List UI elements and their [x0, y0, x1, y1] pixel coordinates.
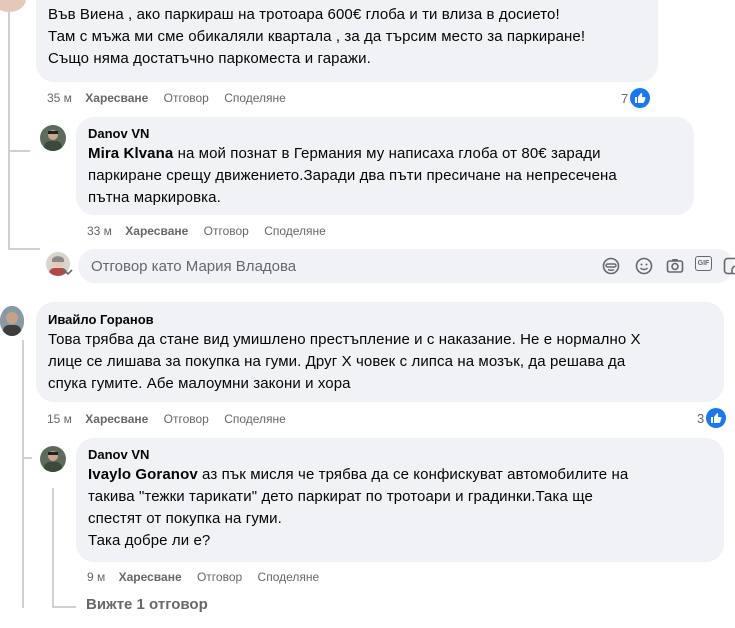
author-name[interactable]: Danov VN	[88, 126, 682, 141]
sticker-icon[interactable]	[601, 256, 621, 276]
thread-line	[8, 248, 40, 250]
like-icon	[630, 88, 651, 108]
share-button[interactable]: Споделяне	[264, 224, 326, 238]
reply-button[interactable]: Отговор	[197, 570, 242, 584]
mention-link[interactable]: Mira Klvana	[88, 145, 173, 162]
reaction-count[interactable]: 7	[621, 88, 651, 108]
comment-bubble: Ивайло Горанов Това трябва да стане вид …	[36, 302, 724, 402]
comment-time[interactable]: 15 м	[47, 412, 72, 426]
comment-text: Във Виена , ако паркираш на тротоара 600…	[48, 6, 586, 67]
gif-icon[interactable]: GIF	[695, 256, 712, 271]
share-button[interactable]: Споделяне	[258, 570, 320, 584]
thread-line	[22, 340, 24, 608]
thread-line	[52, 606, 76, 608]
thread-line	[8, 0, 10, 250]
avatar[interactable]	[40, 125, 66, 151]
comment-time[interactable]: 35 м	[47, 91, 72, 105]
avatar[interactable]	[40, 446, 66, 472]
reply-button[interactable]: Отговор	[204, 224, 249, 238]
reaction-count[interactable]: 3	[697, 408, 727, 428]
avatar[interactable]	[0, 0, 26, 12]
share-button[interactable]: Споделяне	[224, 91, 286, 105]
like-icon	[706, 408, 727, 428]
comment-text: Това трябва да стане вид умишлено престъ…	[48, 331, 641, 392]
reply-input-placeholder: Отговор като Мария Владова	[91, 258, 297, 275]
avatar[interactable]	[0, 306, 24, 336]
comment-bubble: Във Виена , ако паркираш на тротоара 600…	[36, 0, 658, 82]
comment-actions: 35 м Харесване Отговор Споделяне	[47, 91, 298, 105]
reply-button[interactable]: Отговор	[164, 412, 209, 426]
comment-actions: 15 м Харесване Отговор Споделяне	[47, 412, 298, 426]
like-button[interactable]: Харесване	[85, 412, 148, 426]
sticker-square-icon[interactable]	[722, 256, 735, 276]
reply-bubble: Danov VN Mira Klvana на мой познат в Гер…	[76, 117, 694, 215]
author-name[interactable]: Danov VN	[88, 447, 712, 462]
chevron-down-icon[interactable]	[63, 268, 73, 276]
reply-actions: 33 м Харесване Отговор Споделяне	[87, 224, 338, 238]
share-button[interactable]: Споделяне	[224, 412, 286, 426]
camera-icon[interactable]	[665, 256, 685, 276]
reply-actions: 9 м Харесване Отговор Споделяне	[87, 570, 331, 584]
author-name[interactable]: Ивайло Горанов	[48, 312, 712, 327]
view-replies-link[interactable]: Вижте 1 отговор	[86, 596, 208, 613]
emoji-icon[interactable]	[634, 256, 654, 276]
like-button[interactable]: Харесване	[125, 224, 188, 238]
comment-time[interactable]: 9 м	[87, 570, 105, 584]
reply-bubble: Danov VN Ivaylo Goranov аз пък мисля че …	[76, 438, 724, 562]
reply-text: Mira Klvana на мой познат в Германия му …	[88, 145, 617, 206]
comment-time[interactable]: 33 м	[87, 224, 112, 238]
thread-line	[8, 150, 30, 152]
thread-line	[22, 457, 32, 459]
like-button[interactable]: Харесване	[119, 570, 182, 584]
like-button[interactable]: Харесване	[85, 91, 148, 105]
reply-button[interactable]: Отговор	[164, 91, 209, 105]
reply-text: Ivaylo Goranov аз пък мисля че трябва да…	[88, 466, 629, 549]
mention-link[interactable]: Ivaylo Goranov	[88, 466, 198, 483]
thread-line	[52, 488, 54, 606]
